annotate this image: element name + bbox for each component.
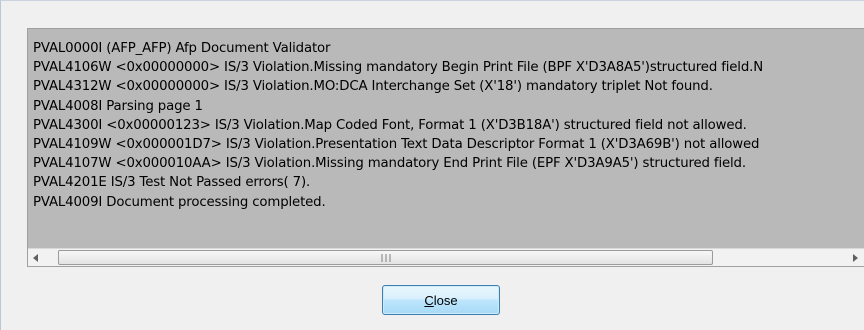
log-line: PVAL4201E IS/3 Test Not Passed errors( 7… (33, 175, 311, 191)
close-button[interactable]: Close (382, 285, 500, 315)
close-mnemonic: C (424, 292, 434, 308)
scroll-left-arrow-icon[interactable] (32, 253, 40, 263)
scroll-thumb[interactable] (58, 250, 713, 265)
dialog-window: PVAL0000I (AFP_AFP) Afp Document Validat… (0, 0, 864, 330)
log-line: PVAL4106W <0x00000000> IS/3 Violation.Mi… (33, 60, 764, 76)
log-line: PVAL4107W <0x000010AA> IS/3 Violation.Mi… (33, 156, 746, 172)
horizontal-scrollbar[interactable] (28, 248, 864, 266)
log-line: PVAL0000I (AFP_AFP) Afp Document Validat… (33, 41, 331, 56)
log-line: PVAL4312W <0x00000000> IS/3 Violation.MO… (33, 79, 713, 95)
validation-log-panel[interactable]: PVAL0000I (AFP_AFP) Afp Document Validat… (27, 28, 864, 267)
scroll-right-arrow-icon[interactable] (851, 253, 859, 263)
close-label: lose (433, 292, 458, 308)
scroll-grip-icon (381, 254, 390, 262)
log-text: PVAL0000I (AFP_AFP) Afp Document Validat… (33, 39, 864, 212)
log-line: PVAL4009I Document processing completed. (33, 194, 326, 210)
log-line: PVAL4008I Parsing page 1 (33, 98, 203, 114)
log-line: PVAL4300I <0x00000123> IS/3 Violation.Ma… (33, 117, 747, 133)
log-line: PVAL4109W <0x000001D7> IS/3 Violation.Pr… (33, 136, 760, 152)
